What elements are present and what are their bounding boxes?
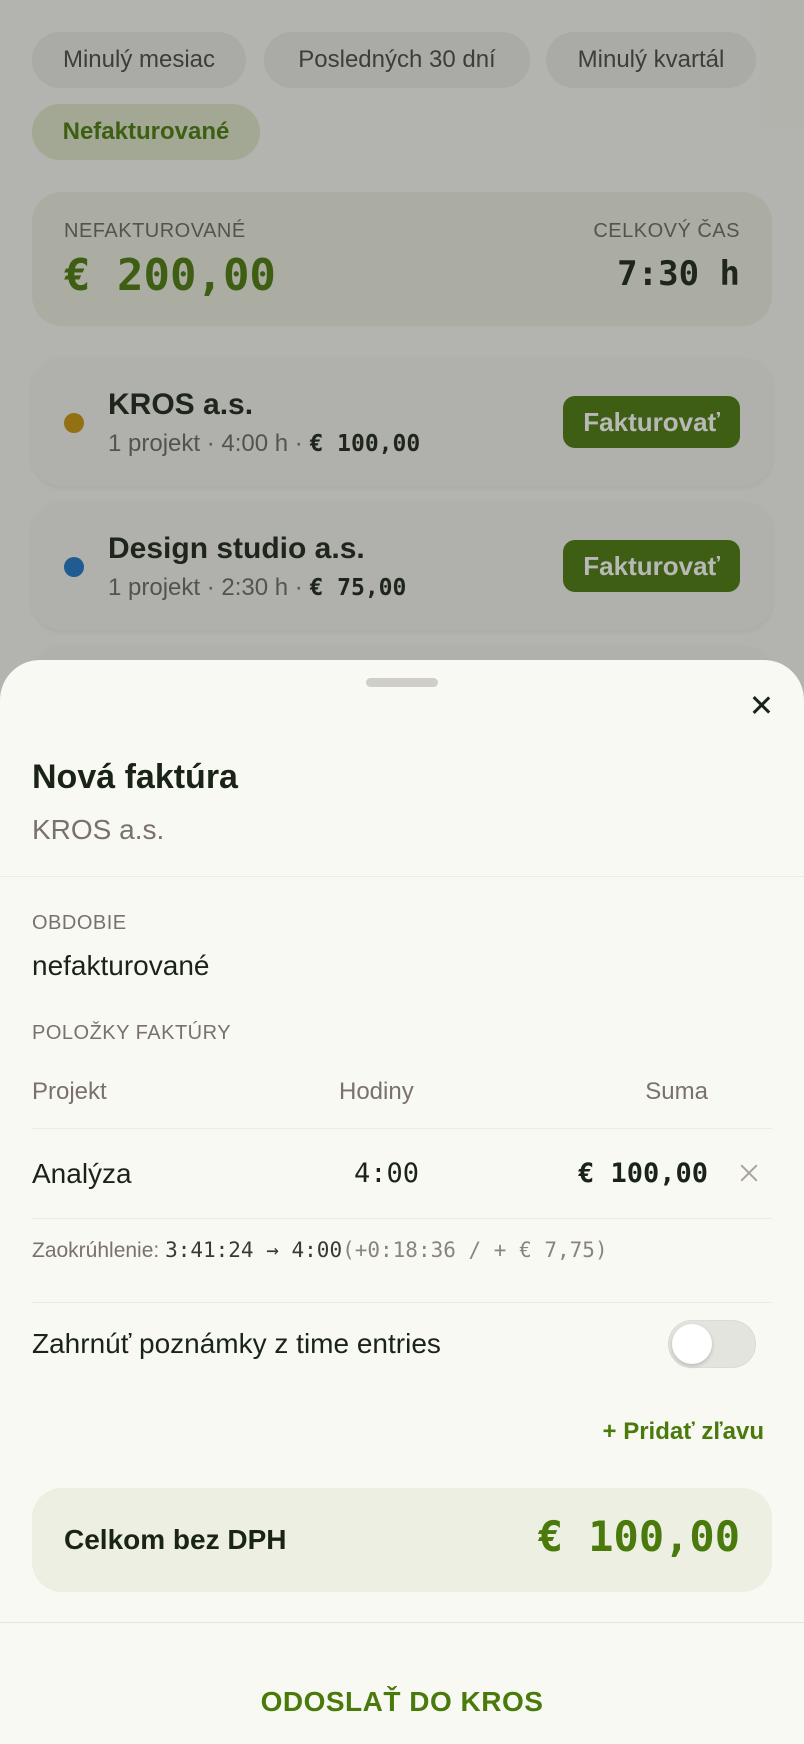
item-project: Analýza: [32, 1158, 132, 1189]
divider: [32, 1218, 772, 1219]
rounding-info: Zaokrúhlenie: 3:41:24 → 4:00(+0:18:36 / …: [32, 1238, 608, 1262]
item-sum: € 100,00: [577, 1158, 708, 1189]
notes-toggle[interactable]: [668, 1320, 756, 1368]
toggle-knob: [672, 1324, 712, 1364]
items-label: POLOŽKY FAKTÚRY: [32, 1022, 232, 1044]
period-value: nefakturované: [32, 950, 210, 981]
notes-toggle-label: Zahrnúť poznámky z time entries: [32, 1328, 441, 1359]
item-hours[interactable]: 4:00: [354, 1158, 419, 1189]
rounding-delta: (+0:18:36 / + € 7,75): [342, 1238, 608, 1262]
drag-handle[interactable]: [366, 678, 438, 687]
column-project: Projekt: [32, 1078, 107, 1105]
divider: [32, 1302, 772, 1303]
send-to-kros-button[interactable]: ODOSLAŤ DO KROS: [0, 1660, 804, 1744]
total-label: Celkom bez DPH: [64, 1524, 287, 1555]
divider: [0, 876, 804, 877]
close-icon[interactable]: [745, 690, 777, 722]
remove-item-icon[interactable]: [738, 1162, 760, 1184]
sheet-client: KROS a.s.: [32, 814, 165, 845]
total-card: Celkom bez DPH € 100,00: [32, 1488, 772, 1592]
sheet-title: Nová faktúra: [32, 758, 238, 796]
new-invoice-sheet: Nová faktúra KROS a.s. OBDOBIE nefakturo…: [0, 660, 804, 1744]
add-discount-button[interactable]: + Pridať zľavu: [603, 1418, 764, 1446]
divider: [0, 1622, 804, 1623]
total-amount: € 100,00: [537, 1512, 740, 1561]
column-sum: Suma: [645, 1078, 708, 1105]
column-hours: Hodiny: [339, 1078, 414, 1105]
period-label: OBDOBIE: [32, 912, 127, 934]
divider: [32, 1128, 772, 1129]
rounding-value: 3:41:24 → 4:00: [165, 1238, 343, 1262]
